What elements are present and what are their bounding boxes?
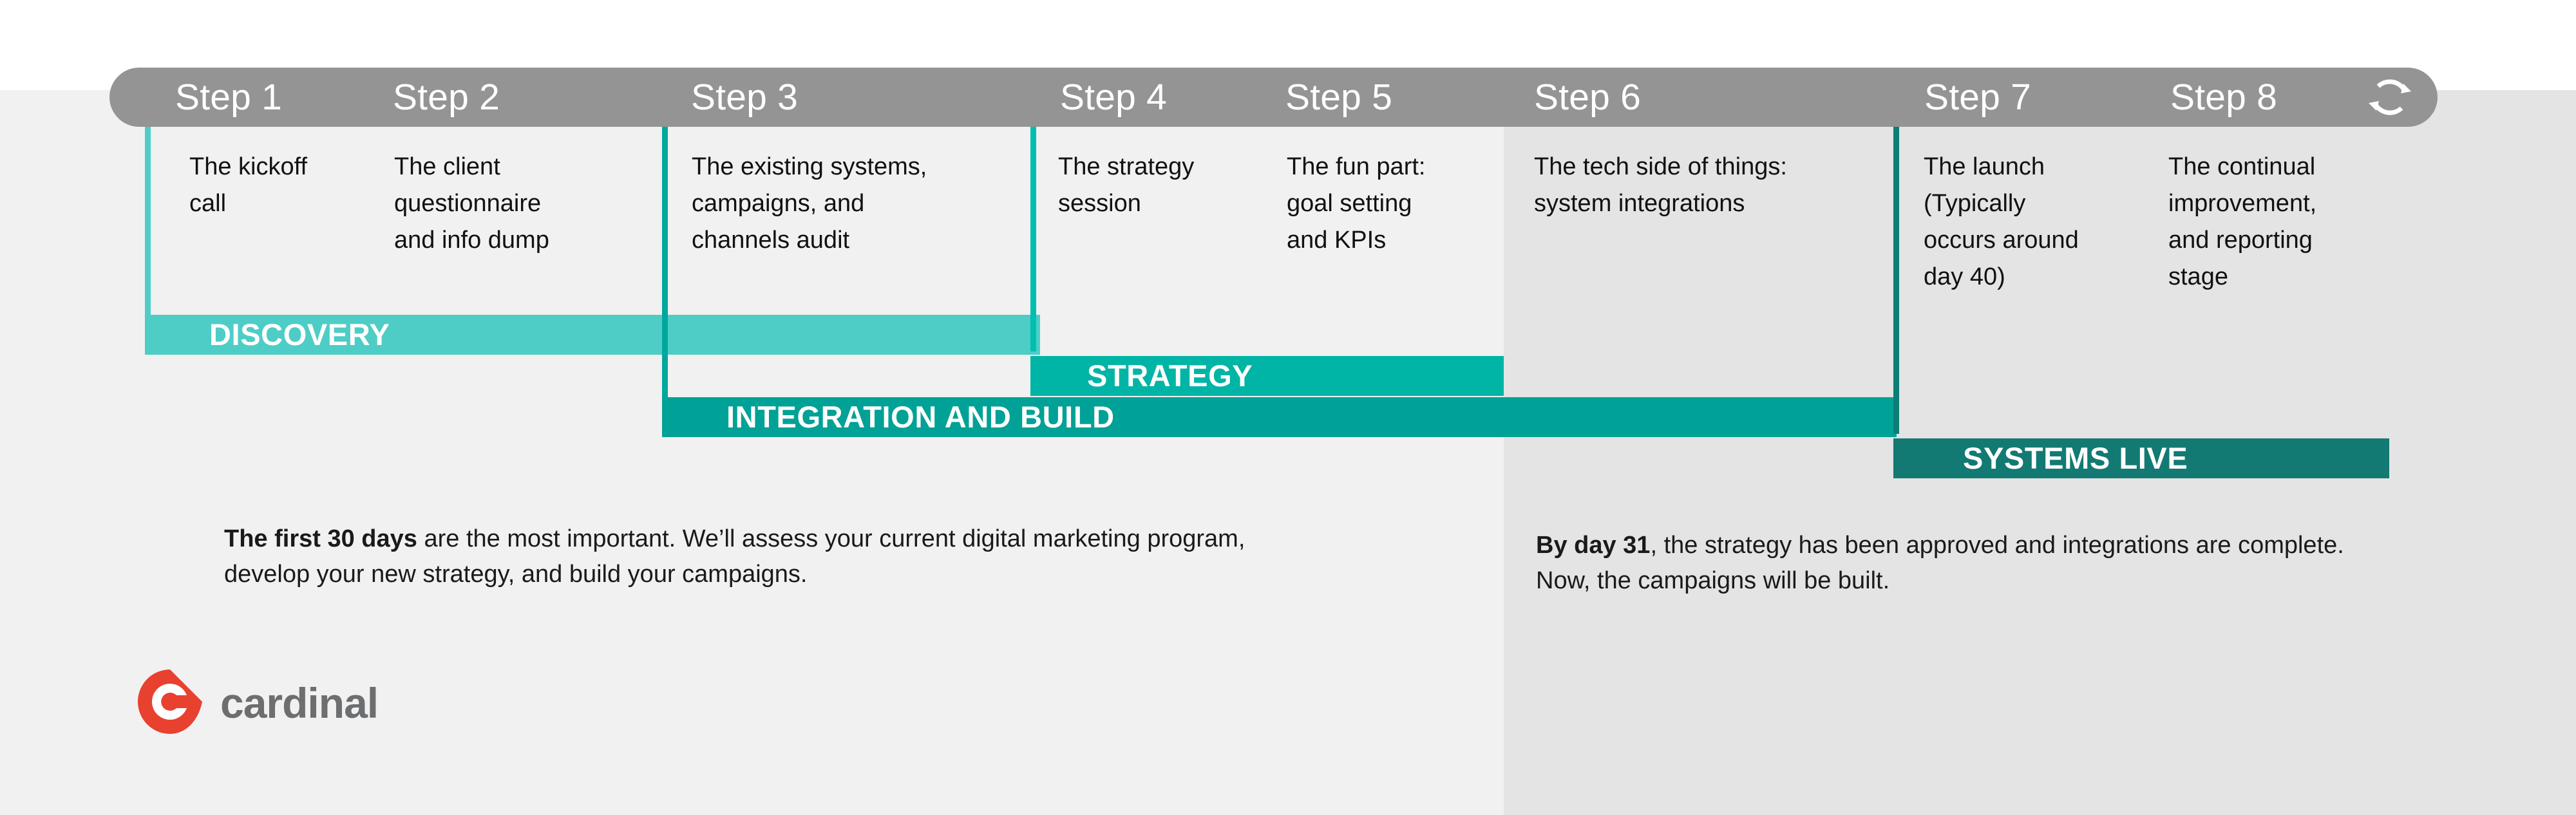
step-card-text-4: The strategy session <box>1058 153 1195 217</box>
phase-label-3: INTEGRATION AND BUILD <box>726 400 1115 434</box>
step-title-3: Step 3 <box>691 77 798 118</box>
step-card-text-5: The fun part: goal setting and KPIs <box>1287 153 1426 254</box>
step-card-2: The client questionnaire and info dump <box>380 128 638 310</box>
step-card-text-3: The existing systems, campaigns, and cha… <box>692 153 927 254</box>
step-title-2: Step 2 <box>393 77 500 118</box>
step-card-1: The kickoff call <box>175 128 327 310</box>
step-7-connector-line <box>1893 81 1899 434</box>
footer-paragraph-right: By day 31, the strategy has been approve… <box>1536 528 2392 599</box>
footer-right-bold: By day 31 <box>1536 532 1651 559</box>
step-card-text-8: The continual improvement, and reporting… <box>2168 153 2317 290</box>
step-3-connector-line <box>662 81 668 398</box>
step-card-text-6: The tech side of things: system integrat… <box>1534 153 1787 217</box>
phase-bar-strategy: STRATEGY <box>1030 356 1504 396</box>
phase-label-2: STRATEGY <box>1087 359 1253 393</box>
phase-label-1: DISCOVERY <box>209 317 390 351</box>
footer-paragraph-left: The first 30 days are the most important… <box>224 521 1255 592</box>
step-card-5: The fun part: goal setting and KPIs <box>1273 128 1486 353</box>
step-title-8: Step 8 <box>2170 77 2277 118</box>
phase-label-4: SYSTEMS LIVE <box>1963 441 2188 475</box>
step-title-1: Step 1 <box>175 77 282 118</box>
step-card-text-2: The client questionnaire and info dump <box>394 153 549 254</box>
step-card-6: The tech side of things: system integrat… <box>1520 128 1887 389</box>
step-card-text-1: The kickoff call <box>189 153 308 217</box>
step-title-5: Step 5 <box>1285 77 1392 118</box>
step-title-4: Step 4 <box>1060 77 1167 118</box>
footer-right-rest: , the strategy has been approved and int… <box>1536 532 2344 594</box>
step-card-4: The strategy session <box>1044 128 1256 353</box>
footer-left-bold: The first 30 days <box>224 525 417 552</box>
step-card-3: The existing systems, campaigns, and cha… <box>677 128 1019 310</box>
phase-bar-discovery: DISCOVERY <box>145 315 1040 355</box>
phase-bar-integration-and-build: INTEGRATION AND BUILD <box>662 397 1897 437</box>
step-title-7: Step 7 <box>1924 77 2031 118</box>
phase-bar-systems-live: SYSTEMS LIVE <box>1893 438 2389 478</box>
cardinal-wordmark: cardinal <box>220 679 379 727</box>
refresh-cycle-icon[interactable] <box>2365 72 2415 122</box>
cardinal-logo: cardinal <box>137 668 407 739</box>
step-title-6: Step 6 <box>1534 77 1641 118</box>
cardinal-bird-icon <box>137 668 204 735</box>
step-card-text-7: The launch (Typically occurs around day … <box>1924 153 2079 290</box>
step-card-7: The launch (Typically occurs around day … <box>1909 128 2128 426</box>
infographic-canvas: The kickoff call The client questionnaire… <box>0 0 2576 815</box>
step-card-8: The continual improvement, and reporting… <box>2154 128 2386 426</box>
